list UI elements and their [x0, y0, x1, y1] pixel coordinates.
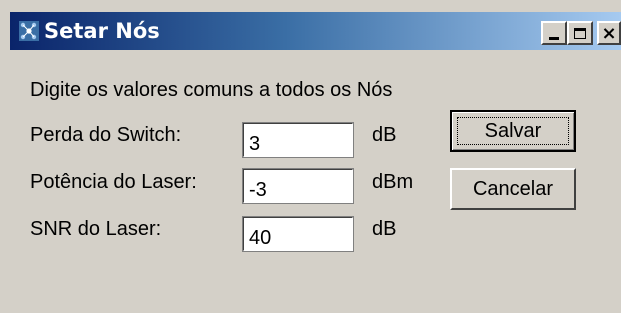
close-button[interactable]: ×: [597, 21, 621, 45]
focus-rectangle: [457, 117, 569, 145]
potencia-laser-input[interactable]: -3: [242, 168, 354, 204]
maximize-button[interactable]: [567, 21, 593, 45]
snr-laser-unit: dB: [372, 218, 397, 240]
network-nodes-icon: [19, 21, 39, 41]
window-title: Setar Nós: [44, 19, 160, 43]
maximize-icon: [574, 27, 586, 39]
minimize-button[interactable]: [541, 21, 567, 45]
potencia-laser-label: Potência do Laser:: [30, 171, 197, 193]
perda-switch-unit: dB: [372, 124, 397, 146]
cancel-button[interactable]: Cancelar: [450, 168, 576, 210]
snr-laser-label: SNR do Laser:: [30, 218, 162, 240]
minimize-icon: [549, 36, 559, 40]
close-icon: ×: [601, 22, 617, 44]
cancel-button-label: Cancelar: [472, 177, 554, 200]
save-button[interactable]: Salvar: [450, 110, 576, 152]
perda-switch-input[interactable]: 3: [242, 122, 354, 158]
title-bar[interactable]: Setar Nós ×: [10, 12, 621, 50]
setar-nos-dialog: Setar Nós × Digite os valores comuns a t…: [0, 0, 621, 313]
potencia-laser-unit: dBm: [372, 171, 414, 193]
snr-laser-input[interactable]: 40: [242, 216, 354, 252]
instructions-label: Digite os valores comuns a todos os Nós: [30, 79, 393, 101]
perda-switch-label: Perda do Switch:: [30, 124, 182, 146]
